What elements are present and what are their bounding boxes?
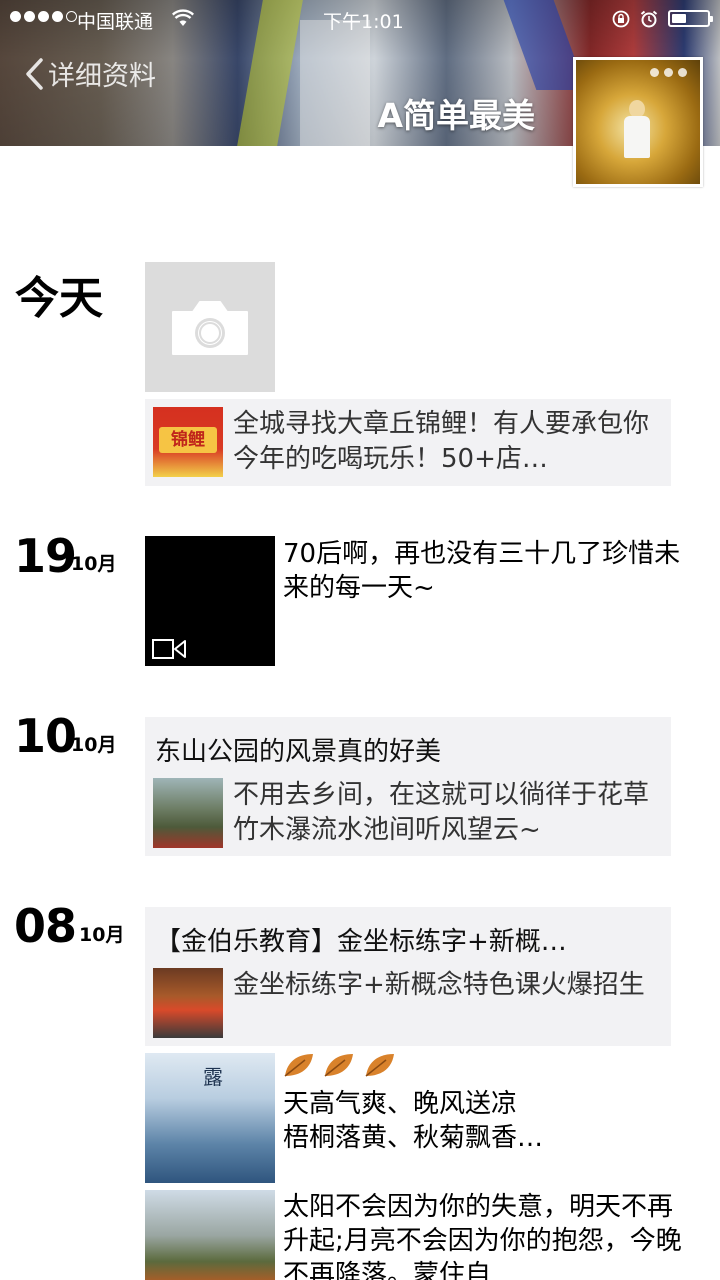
emoji-row <box>283 1052 696 1087</box>
profile-username: A简单最美 <box>377 96 535 135</box>
post-text[interactable]: 70后啊，再也没有三十几了珍惜未来的每一天~ <box>283 537 696 605</box>
back-button[interactable]: 详细资料 <box>24 54 156 93</box>
status-bar: 中国联通 下午1:01 <box>0 0 720 36</box>
post-caption: 东山公园的风景真的好美 <box>155 737 442 767</box>
date-month: 10月 <box>79 924 125 946</box>
signal-strength-icon <box>10 11 77 22</box>
alarm-icon <box>640 10 658 28</box>
cover-figure <box>300 20 370 146</box>
shared-article-card[interactable]: 锦鲤 全城寻找大章丘锦鲤！有人要承包你今年的吃喝玩乐！50+店… <box>145 399 671 486</box>
article-thumbnail <box>153 968 223 1038</box>
date-day: 10 <box>14 709 77 763</box>
post-text[interactable]: 太阳不会因为你的失意，明天不再升起;月亮不会因为你的抱怨，今晚不再降落。蒙住自 <box>283 1190 696 1280</box>
wifi-icon <box>172 9 194 26</box>
battery-icon <box>668 10 713 27</box>
date-month: 10月 <box>71 553 117 575</box>
video-post-thumbnail[interactable] <box>145 536 275 666</box>
thumbnail-caption: 锦鲤 <box>159 427 217 453</box>
article-thumbnail: 锦鲤 <box>153 407 223 477</box>
status-time: 下午1:01 <box>323 11 404 33</box>
article-summary: 不用去乡间，在这就可以徜徉于花草竹木瀑流水池间听风望云~ <box>233 780 650 845</box>
photo-post-thumbnail[interactable] <box>145 1190 275 1280</box>
article-summary: 全城寻找大章丘锦鲤！有人要承包你今年的吃喝玩乐！50+店… <box>233 409 650 474</box>
carrier-name: 中国联通 <box>77 11 154 33</box>
autumn-leaf-icon <box>284 1054 313 1077</box>
camera-icon <box>172 301 248 355</box>
article-summary: 金坐标练字+新概念特色课火爆招生 <box>233 970 645 1000</box>
post-caption: 【金伯乐教育】金坐标练字+新概… <box>155 927 567 957</box>
chevron-left-icon <box>26 57 43 90</box>
post-body: 天高气爽、晚风送凉 梧桐落黄、秋菊飘香… <box>283 1089 544 1153</box>
add-photo-button[interactable] <box>145 262 275 392</box>
autumn-leaf-icon <box>324 1054 354 1077</box>
shared-article-card[interactable]: 【金伯乐教育】金坐标练字+新概… 金坐标练字+新概念特色课火爆招生 <box>145 907 671 1046</box>
photo-post-thumbnail[interactable]: 露 <box>145 1053 275 1183</box>
autumn-leaf-icon <box>365 1054 394 1077</box>
thumbnail-caption: 露 <box>203 1065 223 1089</box>
rotation-lock-icon <box>612 10 630 28</box>
date-today: 今天 <box>15 273 103 324</box>
date-month: 10月 <box>71 734 117 756</box>
date-day: 08 <box>14 899 77 953</box>
shared-article-card[interactable]: 东山公园的风景真的好美 不用去乡间，在这就可以徜徉于花草竹木瀑流水池间听风望云~ <box>145 717 671 856</box>
date-day: 19 <box>14 529 77 583</box>
video-icon <box>152 639 186 659</box>
back-label: 详细资料 <box>48 61 156 92</box>
article-thumbnail <box>153 778 223 848</box>
more-dots-icon[interactable] <box>650 68 687 77</box>
post-text[interactable]: 天高气爽、晚风送凉 梧桐落黄、秋菊飘香… <box>283 1052 696 1155</box>
